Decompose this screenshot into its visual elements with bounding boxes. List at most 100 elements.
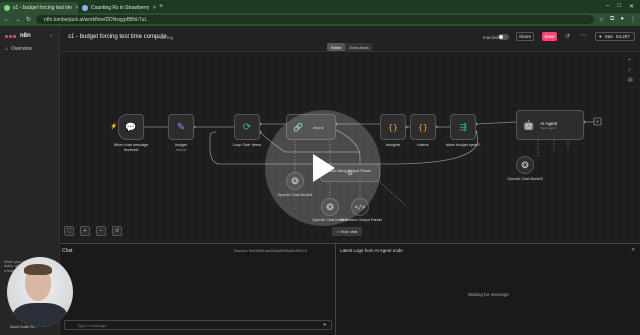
- split-icon: ⇶: [459, 121, 467, 132]
- thoughts-label: thoughts: [385, 143, 401, 147]
- sidebar-item-label: Overview: [11, 46, 32, 52]
- loop-arrows-icon: ⟳: [242, 121, 252, 133]
- zoom-in-button[interactable]: +: [80, 226, 90, 236]
- minimize-icon[interactable]: –: [606, 3, 609, 10]
- send-icon[interactable]: ➤: [323, 322, 327, 328]
- logs-panel: Latest Logs from AI Agent node ✕ Waiting…: [336, 243, 640, 335]
- logo-text: n8n: [20, 33, 31, 39]
- n8n-favicon-icon: [4, 4, 10, 11]
- new-tab-icon[interactable]: +: [159, 3, 163, 10]
- workflow-status-label: Inactive: [483, 35, 499, 40]
- browser-menu-icon[interactable]: ⋮: [630, 16, 636, 23]
- home-icon: ⌂: [5, 46, 9, 52]
- budget-sublabel: manual: [175, 148, 187, 152]
- sidebar-item-overview[interactable]: ⌂ Overview: [5, 46, 32, 52]
- save-button[interactable]: Save: [542, 32, 557, 41]
- n8n-logo-icon: [5, 34, 17, 39]
- loop-node[interactable]: ⟳: [234, 114, 260, 140]
- bookmark-star-icon[interactable]: ☆: [599, 16, 604, 23]
- session-id: Session: 9eb490e1aa4403dd9626b51d0917d: [234, 249, 307, 253]
- tab-label: s1 - budget forcing test tim: [13, 4, 72, 11]
- webcam-overlay: [7, 257, 73, 327]
- add-tag-button[interactable]: + Add tag: [154, 35, 173, 40]
- profile-icon[interactable]: ●: [620, 16, 624, 23]
- logs-title: Latest Logs from AI Agent node: [340, 248, 403, 253]
- reload-icon[interactable]: ↻: [26, 16, 31, 23]
- close-tab-icon[interactable]: ✕: [152, 5, 156, 11]
- workflow-canvas[interactable]: + ⚡ 💬 When chat message received ✎ budge…: [60, 52, 640, 243]
- editor-mode-switch: Editor Executions: [327, 43, 374, 51]
- code-braces-icon: {}: [388, 122, 398, 132]
- robot-icon: 🤖: [523, 119, 535, 130]
- window-controls: – □ ✕: [606, 3, 640, 10]
- back-icon[interactable]: ←: [4, 17, 10, 23]
- maximize-icon[interactable]: □: [617, 3, 621, 10]
- browser-tab-active[interactable]: s1 - budget forcing test tim ✕: [0, 2, 78, 13]
- svg-text:+: +: [596, 120, 600, 126]
- browser-tab-bar: s1 - budget forcing test tim ✕ Counting …: [0, 0, 640, 13]
- person-shirt: [13, 303, 67, 327]
- site-favicon-icon: [82, 4, 88, 11]
- openai-model-agent-node[interactable]: ❂: [516, 156, 534, 174]
- notes-icon[interactable]: ▤: [628, 77, 636, 83]
- github-icon: ●: [599, 34, 602, 39]
- tab-executions[interactable]: Executions: [345, 43, 373, 51]
- hide-chat-label: Hide chat: [340, 229, 358, 234]
- more-options-icon[interactable]: ⋯: [580, 32, 586, 39]
- zoom-out-button[interactable]: −: [96, 226, 106, 236]
- webcam-name: David Gobin St...: [10, 325, 37, 329]
- browser-tab[interactable]: Counting Rs in Strawberry ✕: [78, 2, 156, 13]
- chat-icon: ▪: [337, 229, 339, 234]
- if-label: token budget spent?: [445, 143, 481, 147]
- history-icon[interactable]: ↺: [565, 33, 570, 40]
- chat-title: Chat: [62, 248, 73, 254]
- fit-view-button[interactable]: ⛶: [64, 226, 74, 236]
- canvas-side-tools: + ⌕ ▤: [628, 57, 636, 83]
- forward-icon[interactable]: →: [15, 17, 21, 23]
- chat-panel: Chat Session: 9eb490e1aa4403dd9626b51d09…: [60, 243, 336, 335]
- search-icon[interactable]: ⌕: [628, 67, 636, 73]
- collapse-sidebar-icon[interactable]: «: [50, 33, 53, 39]
- url-text: n8n.lumberjack.ai/workflow/DDNsqypBBhkTu…: [44, 16, 148, 23]
- url-field[interactable]: n8n.lumberjack.ai/workflow/DDNsqypBBhkTu…: [36, 15, 594, 24]
- n8n-logo[interactable]: n8n: [5, 33, 31, 39]
- close-window-icon[interactable]: ✕: [629, 3, 634, 10]
- fit-view-icon: ⛶: [67, 228, 71, 234]
- chat-input-placeholder: Type a message: [77, 322, 107, 328]
- person-hair: [24, 264, 52, 275]
- loop-label: Loop Over Items: [232, 143, 262, 147]
- workflow-header: s1 - budget forcing test time compute + …: [60, 26, 640, 52]
- play-icon[interactable]: [313, 154, 335, 182]
- waiting-message: Waiting for message: [468, 292, 509, 297]
- share-button[interactable]: Share: [516, 32, 534, 41]
- openai-agent-label: OpenAI Chat Model3: [507, 177, 543, 181]
- tab-label: Counting Rs in Strawberry: [91, 4, 150, 11]
- agent-sublabel: Tools Agent: [540, 125, 556, 130]
- active-toggle[interactable]: [498, 34, 509, 40]
- code-braces-icon: {}: [418, 122, 428, 132]
- trigger-bolt-icon: ⚡: [110, 124, 118, 130]
- address-bar: ← → ↻ n8n.lumberjack.ai/workflow/DDNsqyp…: [0, 13, 640, 26]
- thoughts-node[interactable]: {}: [380, 114, 406, 140]
- chat-trigger-node[interactable]: 💬: [118, 114, 144, 140]
- budget-label: budget: [175, 143, 187, 147]
- tokens-node[interactable]: {}: [410, 114, 436, 140]
- chat-bubble-icon: 💬: [125, 121, 137, 132]
- tab-editor[interactable]: Editor: [327, 43, 346, 51]
- ai-agent-node[interactable]: 🤖 AI Agent Tools Agent: [516, 110, 584, 140]
- extensions-icon[interactable]: ⧉: [610, 16, 614, 23]
- budget-node[interactable]: ✎: [168, 114, 194, 140]
- workflow-title[interactable]: s1 - budget forcing test time compute: [68, 34, 167, 40]
- chat-trigger-label: When chat message received: [113, 143, 149, 152]
- chat-input[interactable]: Type a message ➤: [64, 320, 332, 330]
- reset-zoom-button[interactable]: ↺: [112, 226, 122, 236]
- hide-chat-button[interactable]: ▪ Hide chat: [332, 227, 363, 236]
- zoom-in-icon: +: [83, 228, 87, 234]
- add-node-icon[interactable]: +: [628, 57, 636, 63]
- github-star-button[interactable]: ● Star 54,297: [595, 32, 635, 41]
- if-node[interactable]: ⇶: [450, 114, 476, 140]
- zoom-out-icon: −: [99, 228, 103, 234]
- close-logs-icon[interactable]: ✕: [631, 247, 635, 253]
- tokens-label: tokens: [417, 143, 429, 147]
- star-count: 54,297: [615, 34, 630, 39]
